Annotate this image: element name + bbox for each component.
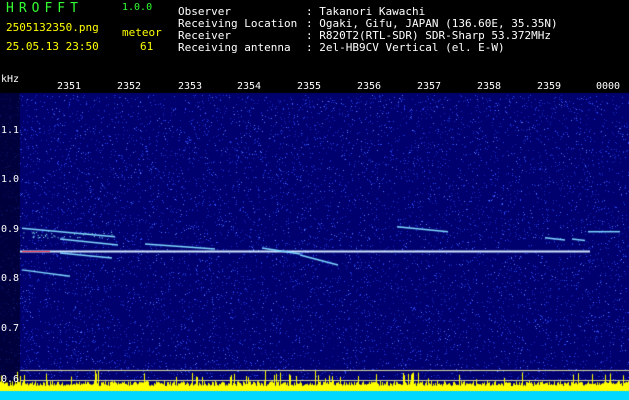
freq-label: 0.6 [1, 374, 20, 385]
freq-label: 1.0 [1, 174, 20, 185]
time-label: 2358 [477, 81, 502, 92]
antenna-label: Receiving antenna [178, 41, 291, 54]
observer-value: : Takanori Kawachi [306, 5, 426, 18]
app-version: 1.0.0 [122, 2, 153, 13]
time-label: 2359 [537, 81, 562, 92]
time-label: 2356 [357, 81, 382, 92]
receiver-value: : R820T2(RTL-SDR) SDR-Sharp 53.372MHz [306, 29, 552, 42]
observer-label: Observer [178, 5, 231, 18]
location-value: : Ogaki, Gifu, JAPAN (136.60E, 35.35N) [306, 17, 558, 30]
freq-unit-label: kHz [1, 74, 20, 85]
time-label: 0000 [596, 81, 621, 92]
time-label: 2357 [417, 81, 442, 92]
freq-label: 1.1 [1, 125, 20, 136]
image-timestamp: 25.05.13 23:50 [6, 40, 99, 53]
event-label: meteor [122, 26, 162, 39]
app-name: HROFFT [6, 1, 83, 16]
freq-label: 0.7 [1, 323, 20, 334]
time-label: 2354 [237, 81, 262, 92]
event-count: 61 [140, 40, 154, 53]
time-label: 2353 [178, 81, 203, 92]
spectrogram [0, 75, 629, 400]
location-label: Receiving Location [178, 17, 298, 30]
time-label: 2352 [117, 81, 142, 92]
image-filename: 2505132350.png [6, 21, 99, 34]
freq-label: 0.8 [1, 273, 20, 284]
receiver-label: Receiver [178, 29, 231, 42]
hrofft-window: HROFFT 1.0.0 2505132350.png 25.05.13 23:… [0, 0, 629, 400]
time-label: 2351 [57, 81, 82, 92]
time-label: 2355 [297, 81, 322, 92]
freq-label: 0.9 [1, 224, 20, 235]
antenna-value: : 2el-HB9CV Vertical (el. E-W) [306, 41, 505, 54]
